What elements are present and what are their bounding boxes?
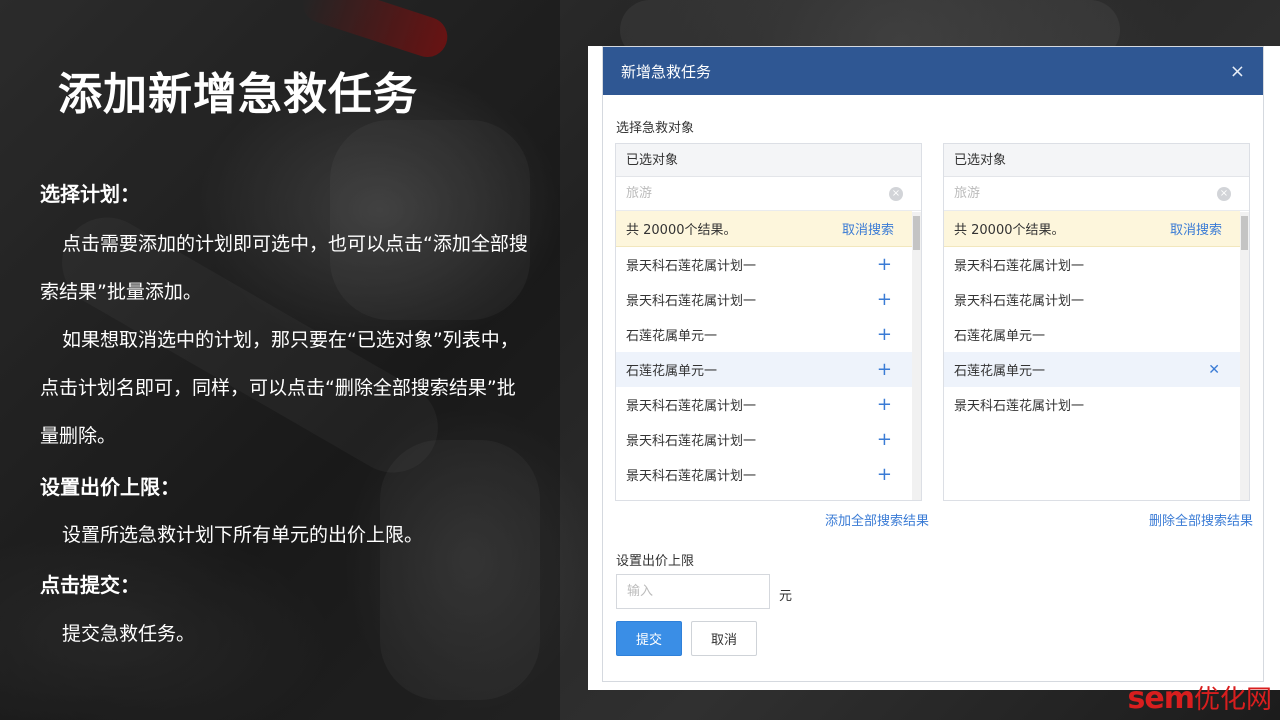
currency-unit: 元 [779, 589, 793, 604]
selected-objects-panel: 已选对象 × 共 20000个结果。 取消搜索 景天科石莲花属计划一 景天科石莲… [943, 143, 1250, 501]
list-item[interactable]: 石莲花属单元一 + [616, 352, 912, 387]
list-item[interactable]: 景天科石莲花属计划一 [944, 247, 1240, 282]
plus-icon[interactable]: + [877, 325, 892, 344]
watermark-cn: 优化网 [1193, 685, 1272, 715]
item-label: 景天科石莲花属计划一 [954, 294, 1085, 309]
select-object-label: 选择急救对象 [616, 121, 695, 136]
scrollbar[interactable] [1240, 212, 1249, 500]
dialog-title: 新增急救任务 [621, 62, 712, 81]
item-label: 石莲花属单元一 [954, 329, 1046, 344]
item-label: 景天科石莲花属计划一 [626, 259, 757, 274]
list-item[interactable]: 景天科石莲花属计划一 + [616, 282, 912, 317]
item-label: 景天科石莲花属计划一 [626, 469, 757, 484]
scroll-thumb[interactable] [913, 216, 920, 250]
list-item[interactable]: 石莲花属单元一 [944, 317, 1240, 352]
list-item[interactable]: 景天科石莲花属计划一 + [616, 247, 912, 282]
search-row: × [944, 177, 1249, 211]
item-label: 景天科石莲花属计划一 [954, 399, 1085, 414]
result-bar: 共 20000个结果。 取消搜索 [944, 211, 1240, 247]
search-row: × [616, 177, 921, 211]
list-item[interactable]: 石莲花属单元一 + [616, 317, 912, 352]
plus-icon[interactable]: + [877, 395, 892, 414]
list-item[interactable]: 景天科石莲花属计划一 + [616, 387, 912, 422]
section-heading: 点击提交： [40, 573, 140, 597]
clear-icon[interactable]: × [1217, 187, 1231, 201]
result-count: 共 20000个结果。 [954, 223, 1065, 238]
plus-icon[interactable]: + [877, 360, 892, 379]
section-paragraph: 提交急救任务。 [62, 623, 196, 645]
selected-list: 景天科石莲花属计划一 景天科石莲花属计划一 石莲花属单元一 石莲花属单元一 ✕ 景… [944, 247, 1249, 422]
add-all-results-link[interactable]: 添加全部搜索结果 [825, 510, 929, 529]
item-label: 景天科石莲花属计划一 [626, 399, 757, 414]
list-item[interactable]: 景天科石莲花属计划一 + [616, 422, 912, 457]
bid-limit-input[interactable] [616, 574, 770, 609]
list-item[interactable]: 景天科石莲花属计划一 + [616, 457, 912, 492]
section-paragraph: 点击需要添加的计划即可选中，也可以点击“添加全部搜索结果”批量添加。 [40, 233, 528, 303]
clear-icon[interactable]: × [889, 187, 903, 201]
watermark-brand: sem [1127, 681, 1195, 716]
plus-icon[interactable]: + [877, 255, 892, 274]
item-label: 石莲花属单元一 [626, 329, 718, 344]
item-label: 景天科石莲花属计划一 [626, 434, 757, 449]
new-rescue-task-dialog: 新增急救任务 × 选择急救对象 已选对象 × 共 20000个结果。 取消搜索 … [602, 46, 1264, 682]
slide-text: 添加新增急救任务 选择计划： 点击需要添加的计划即可选中，也可以点击“添加全部搜… [0, 0, 560, 720]
list-item[interactable]: 景天科石莲花属计划一 [944, 387, 1240, 422]
cancel-search-link[interactable]: 取消搜索 [842, 219, 894, 238]
scroll-thumb[interactable] [1241, 216, 1248, 250]
section-paragraph: 如果想取消选中的计划，那只要在“已选对象”列表中，点击计划名即可，同样，可以点击… [40, 329, 519, 447]
result-bar: 共 20000个结果。 取消搜索 [616, 211, 912, 247]
search-input[interactable] [626, 186, 876, 201]
item-label: 景天科石莲花属计划一 [954, 259, 1085, 274]
list-item[interactable]: 景天科石莲花属计划一 [944, 282, 1240, 317]
cancel-search-link[interactable]: 取消搜索 [1170, 219, 1222, 238]
section-heading: 选择计划： [40, 182, 140, 206]
search-input[interactable] [954, 186, 1204, 201]
scrollbar[interactable] [912, 212, 921, 500]
watermark-logo: sem 优化网 [1128, 679, 1272, 716]
submit-button[interactable]: 提交 [616, 621, 682, 656]
cancel-button[interactable]: 取消 [691, 621, 757, 656]
plus-icon[interactable]: + [877, 465, 892, 484]
plan-list: 景天科石莲花属计划一 + 景天科石莲花属计划一 + 石莲花属单元一 + 石莲花属单元一… [616, 247, 921, 492]
slide-title: 添加新增急救任务 [58, 69, 418, 120]
remove-icon[interactable]: ✕ [1208, 362, 1220, 378]
bid-limit-label: 设置出价上限 [616, 554, 695, 569]
list-item[interactable]: 石莲花属单元一 ✕ [944, 352, 1240, 387]
item-label: 石莲花属单元一 [626, 364, 718, 379]
delete-all-results-link[interactable]: 删除全部搜索结果 [1149, 510, 1253, 529]
item-label: 石莲花属单元一 [954, 364, 1046, 379]
plus-icon[interactable]: + [877, 290, 892, 309]
panel-header: 已选对象 [944, 144, 1249, 177]
available-objects-panel: 已选对象 × 共 20000个结果。 取消搜索 景天科石莲花属计划一 + 景天科石… [615, 143, 922, 501]
dialog-frame: 新增急救任务 × 选择急救对象 已选对象 × 共 20000个结果。 取消搜索 … [588, 46, 1280, 690]
item-label: 景天科石莲花属计划一 [626, 294, 757, 309]
dialog-header: 新增急救任务 × [603, 47, 1263, 95]
close-icon[interactable]: × [1230, 61, 1245, 82]
panel-header: 已选对象 [616, 144, 921, 177]
section-heading: 设置出价上限： [40, 475, 180, 499]
result-count: 共 20000个结果。 [626, 223, 737, 238]
section-paragraph: 设置所选急救计划下所有单元的出价上限。 [62, 524, 424, 546]
plus-icon[interactable]: + [877, 430, 892, 449]
